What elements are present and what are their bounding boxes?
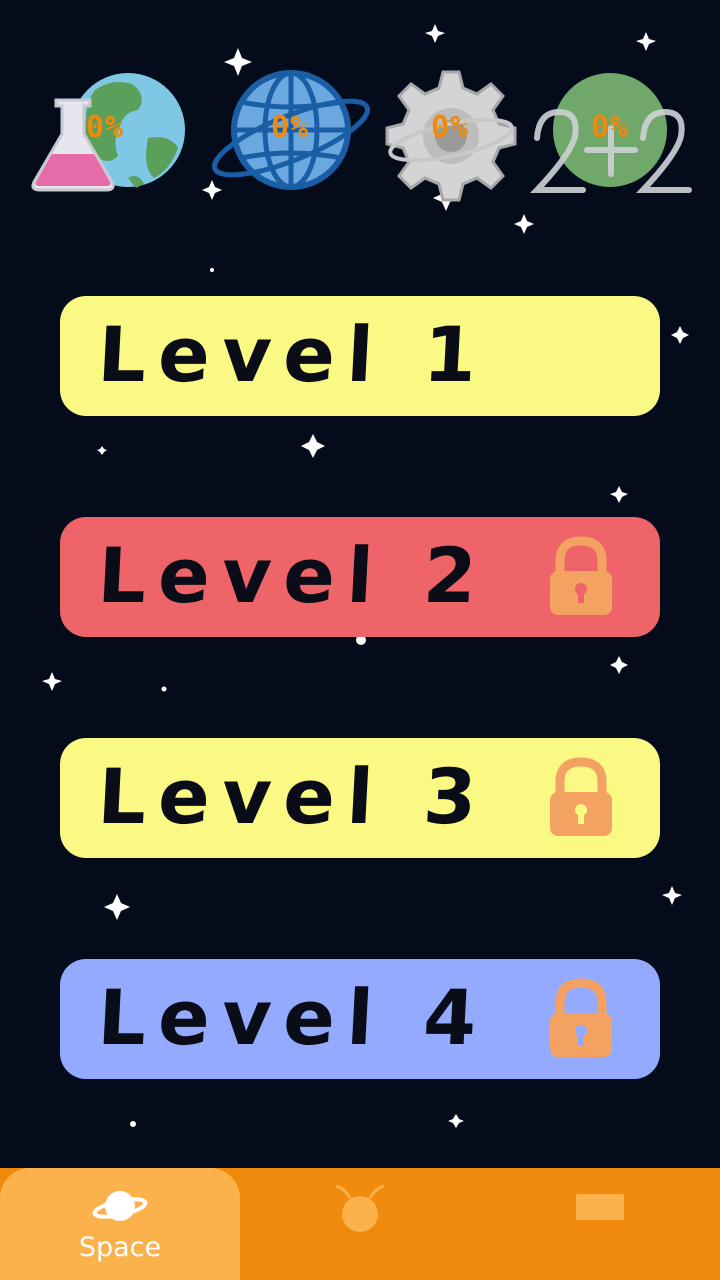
level-3-label: Level 3	[95, 752, 491, 841]
tab-alien[interactable]	[240, 1168, 480, 1280]
level-2-button[interactable]: Level 2	[60, 517, 660, 637]
lock-icon	[550, 757, 612, 836]
category-math[interactable]: 0%	[525, 50, 695, 220]
tab-space-label: Space	[78, 1232, 162, 1263]
level-3-button[interactable]: Level 3	[60, 738, 660, 858]
tab-space[interactable]: Space	[0, 1168, 240, 1280]
level-1-label: Level 1	[95, 310, 491, 399]
category-science[interactable]: 0%	[20, 50, 190, 220]
science-progress-text: 0%	[85, 110, 125, 145]
geography-progress-text: 0%	[270, 110, 310, 145]
level-1-button[interactable]: Level 1	[60, 296, 660, 416]
tab-cards[interactable]	[480, 1168, 720, 1280]
category-technology[interactable]: 0%	[365, 50, 535, 220]
level-4-button[interactable]: Level 4	[60, 959, 660, 1079]
category-geography[interactable]: 0%	[205, 50, 375, 220]
math-progress-text: 0%	[590, 110, 630, 145]
planet-icon	[92, 1191, 148, 1221]
alien-icon	[335, 1184, 385, 1232]
category-progress-row: 0% 0% 0% 0%	[0, 50, 720, 220]
card-icon	[576, 1194, 624, 1220]
technology-progress-text: 0%	[430, 110, 470, 145]
bottom-tab-bar: Space	[0, 1168, 720, 1280]
lock-icon	[550, 978, 612, 1057]
level-4-label: Level 4	[95, 973, 491, 1062]
level-2-label: Level 2	[95, 531, 491, 620]
lock-icon	[550, 536, 612, 615]
